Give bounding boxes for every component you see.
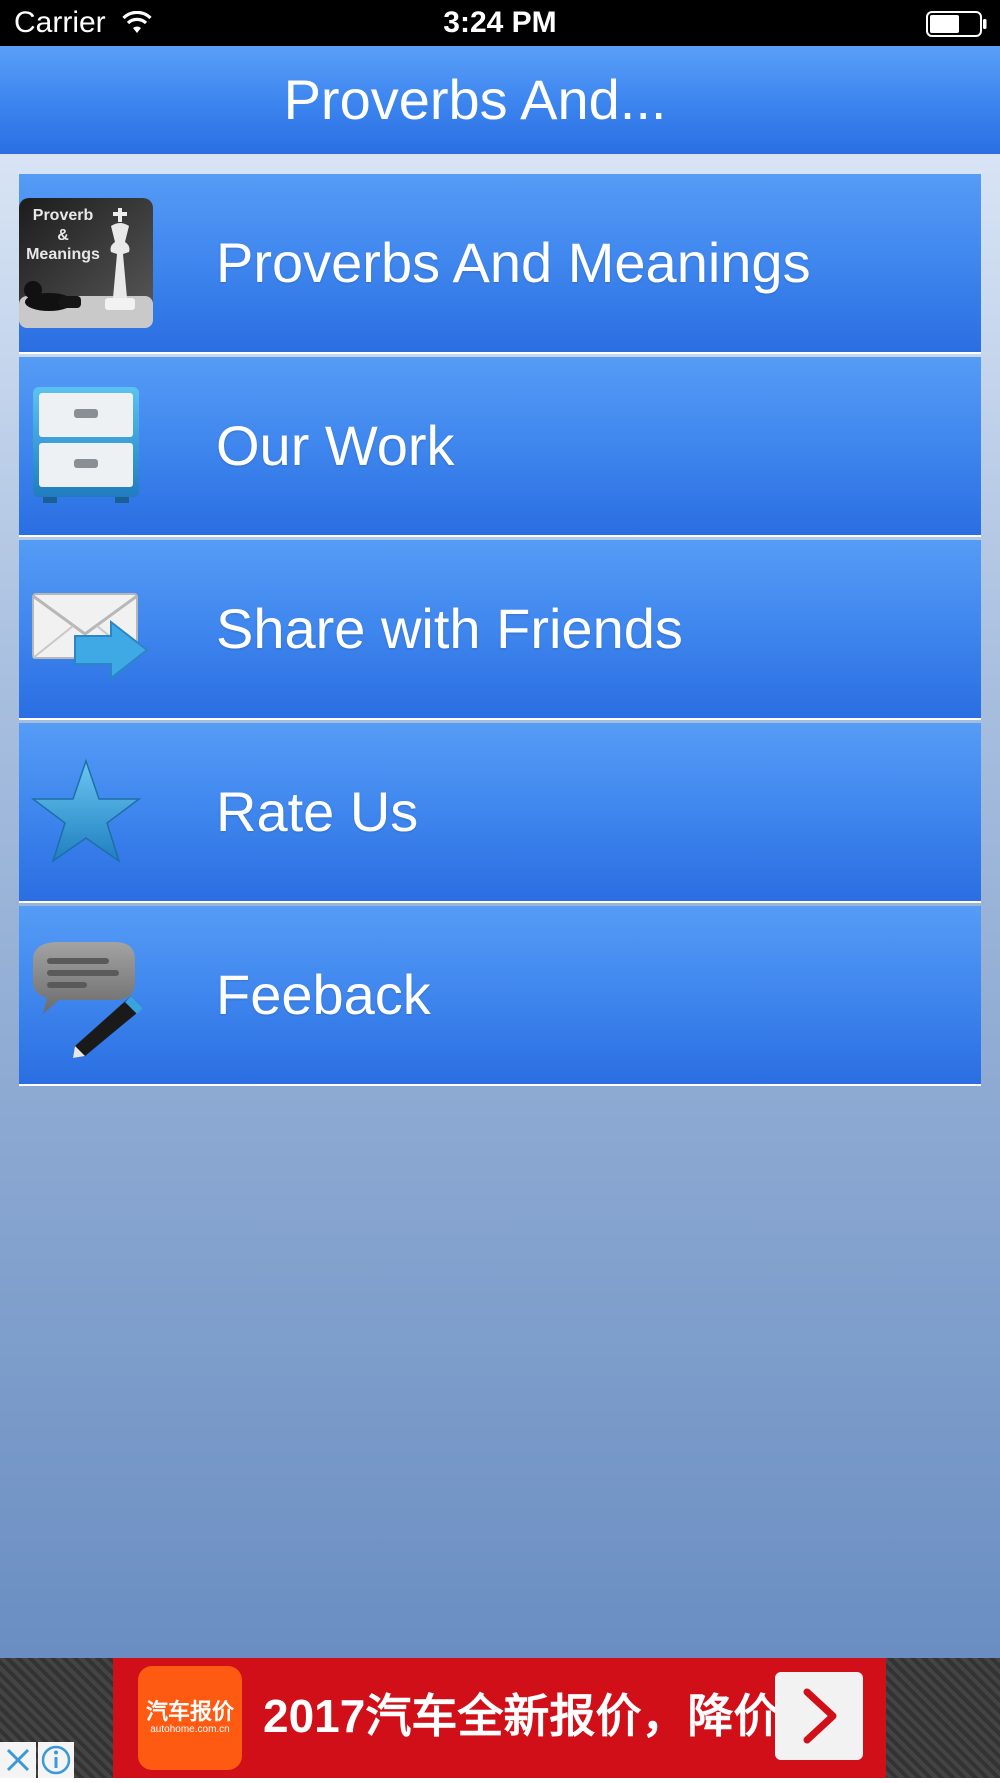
- ad-info-button[interactable]: [38, 1742, 74, 1778]
- menu-item-our-work[interactable]: Our Work: [19, 357, 981, 537]
- menu-item-label: Rate Us: [216, 780, 419, 843]
- menu-item-feeback[interactable]: Feeback: [19, 906, 981, 1086]
- ad-arrow-icon: [803, 1688, 837, 1744]
- ad-logo-text: 汽车报价: [145, 1699, 234, 1724]
- ad-bar: 汽车报价 autohome.com.cn 2017汽车全新报价，降价: [0, 1658, 1000, 1778]
- menu-item-label: Feeback: [216, 963, 431, 1026]
- nav-title: Proverbs And...: [283, 68, 667, 131]
- ad-arrow-button[interactable]: [775, 1672, 863, 1760]
- file-cabinet-icon: [33, 387, 139, 503]
- star-icon: [30, 758, 142, 863]
- ad-banner[interactable]: 汽车报价 autohome.com.cn 2017汽车全新报价，降价: [113, 1658, 886, 1778]
- menu-item-label: Proverbs And Meanings: [216, 231, 811, 294]
- chat-pencil-icon: [33, 942, 143, 1058]
- svg-text:Proverb: Proverb: [33, 207, 94, 224]
- ad-logo-subtext: autohome.com.cn: [150, 1724, 230, 1735]
- menu-item-share-with-friends[interactable]: Share with Friends: [19, 540, 981, 720]
- ad-close-icon: [6, 1748, 30, 1772]
- mail-share-icon: [32, 593, 149, 681]
- svg-text:Meanings: Meanings: [26, 246, 100, 263]
- menu-item-label: Our Work: [216, 414, 455, 477]
- menu-item-rate-us[interactable]: Rate Us: [19, 723, 981, 903]
- battery-icon: [926, 11, 987, 37]
- nav-bar: Proverbs And...: [0, 46, 1000, 154]
- ad-close-button[interactable]: [0, 1742, 36, 1778]
- ad-info-icon: [41, 1745, 71, 1775]
- menu-item-label: Share with Friends: [216, 597, 683, 660]
- menu-item-proverbs-and-meanings[interactable]: Proverb & Meanings Proverbs And Meanings: [19, 174, 981, 354]
- svg-text:&: &: [57, 227, 69, 244]
- proverb-meanings-chess-icon: Proverb & Meanings: [19, 198, 153, 328]
- menu-list: Proverb & Meanings Proverbs And Meanings: [19, 174, 981, 1089]
- status-bar: Carrier 3:24 PM: [0, 0, 1000, 46]
- ad-logo: 汽车报价 autohome.com.cn: [138, 1666, 242, 1770]
- status-time: 3:24 PM: [443, 6, 557, 39]
- ad-text: 2017汽车全新报价，降价: [263, 1690, 780, 1742]
